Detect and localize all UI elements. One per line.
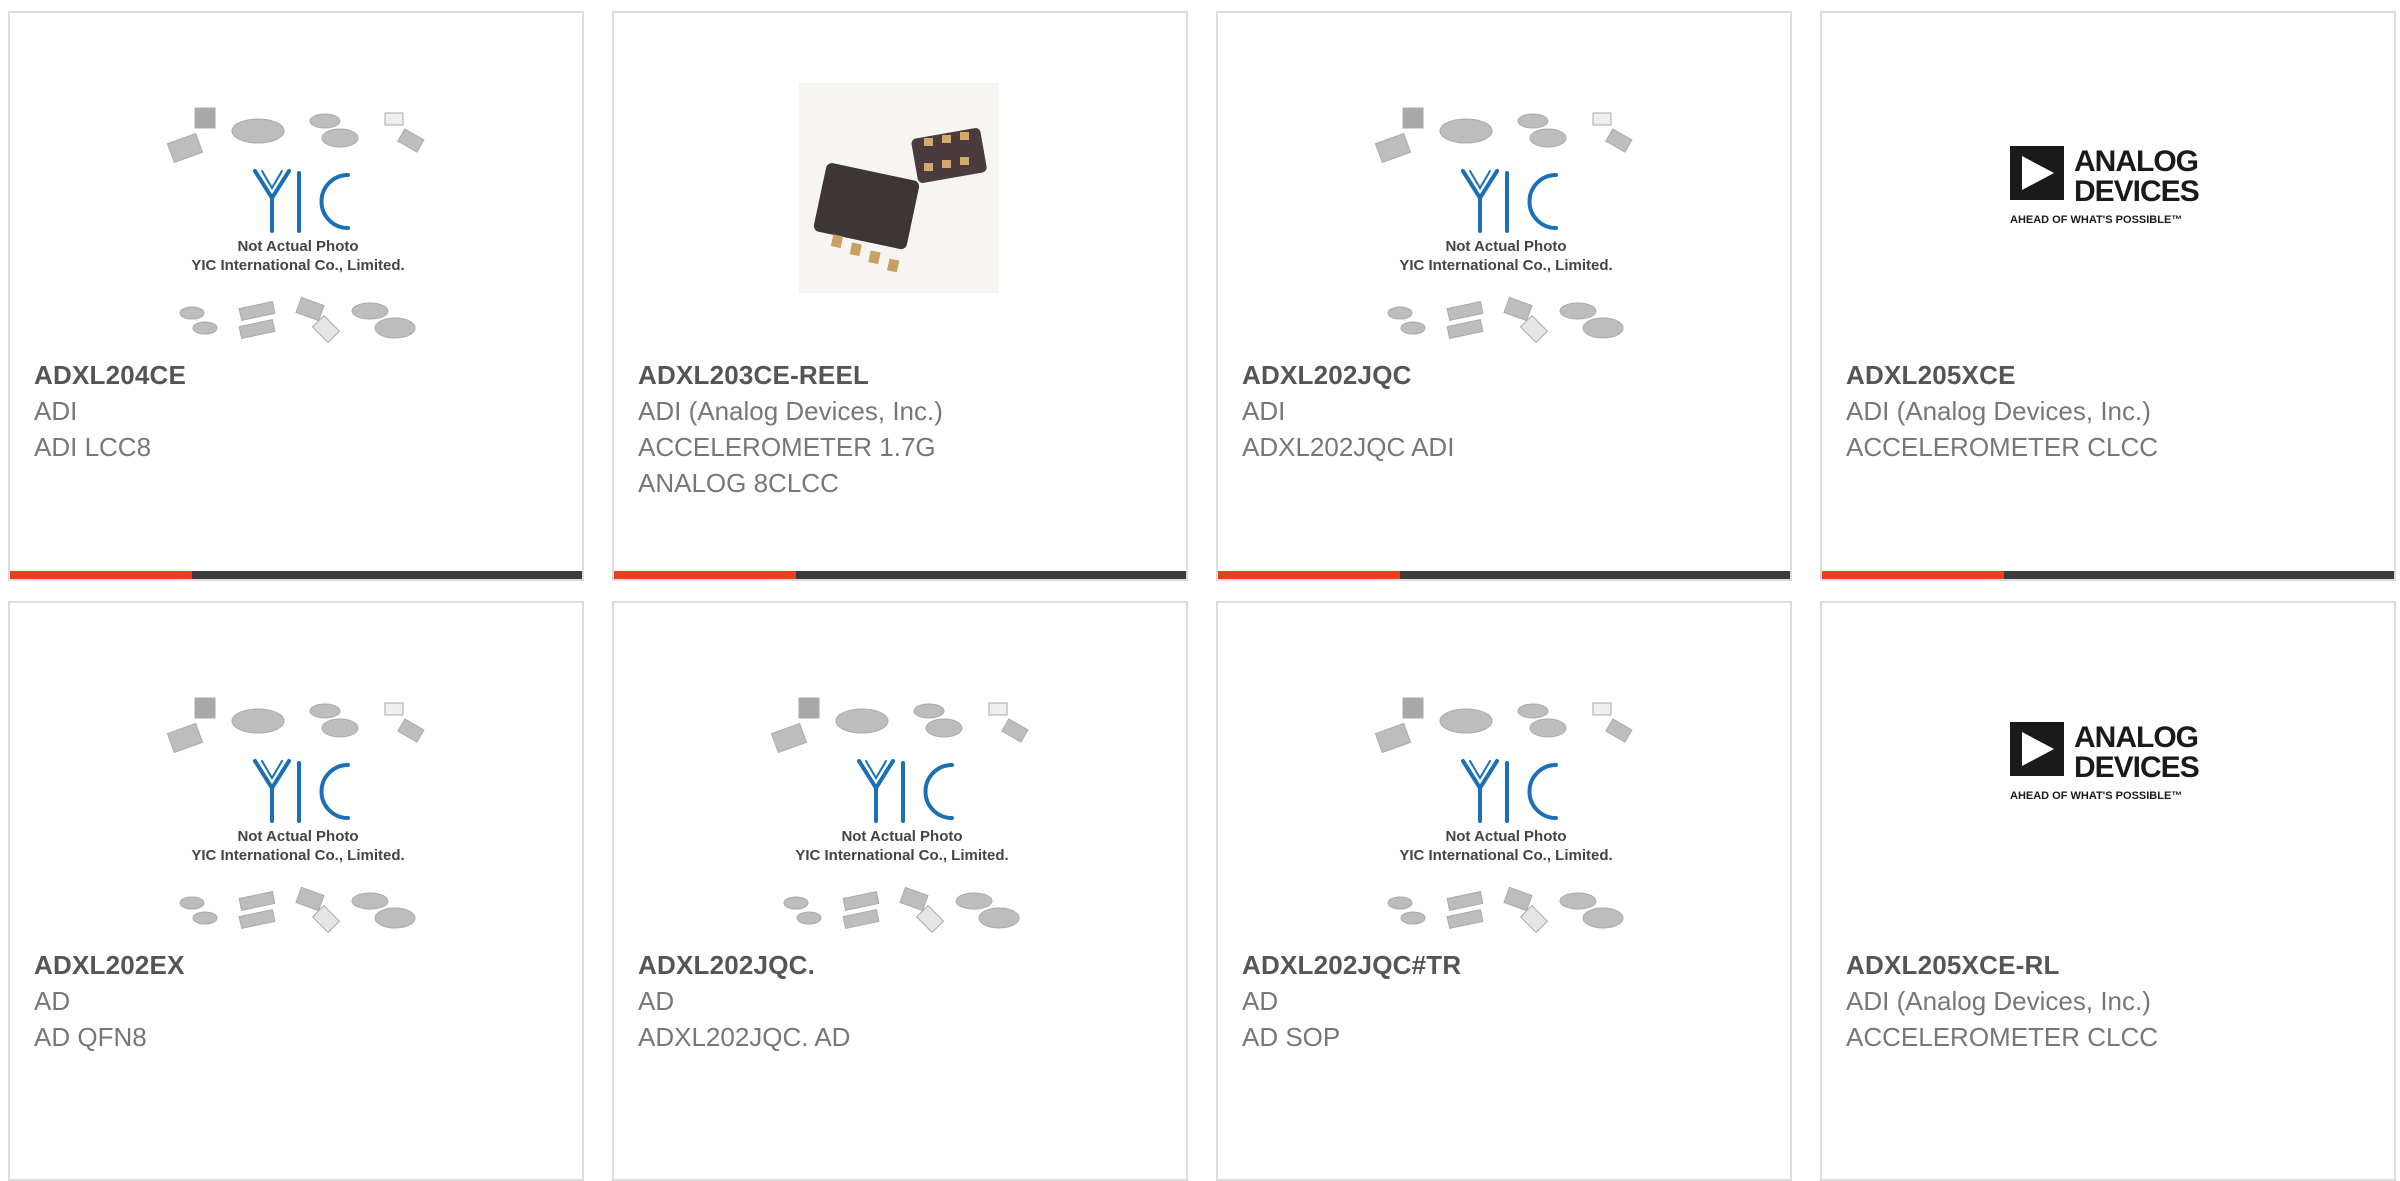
product-image-logo[interactable]: ANALOG DEVICES AHEAD OF WHAT'S POSSIBLE™ — [1822, 603, 2394, 943]
description: ACCELEROMETER 1.7G — [638, 432, 936, 462]
part-number-link[interactable]: ADXL202JQC. — [638, 947, 1170, 983]
product-info: ADXL205XCE ADI (Analog Devices, Inc.) AC… — [1846, 357, 2378, 465]
placeholder-caption: Not Actual Photo — [237, 828, 358, 845]
product-card[interactable]: Not Actual Photo YIC International Co., L… — [1216, 601, 1792, 1181]
card-accent-bar — [1822, 571, 2004, 579]
product-info: ADXL203CE-REEL ADI (Analog Devices, Inc.… — [638, 357, 1170, 501]
description: ANALOG 8CLCC — [638, 468, 839, 498]
description: ADXL202JQC ADI — [1242, 432, 1455, 462]
product-image-chip[interactable] — [614, 13, 1186, 353]
card-accent-bar — [1218, 571, 1400, 579]
product-info: ADXL204CE ADI ADI LCC8 — [34, 357, 566, 465]
manufacturer: ADI (Analog Devices, Inc.) — [1846, 986, 2151, 1016]
manufacturer: ADI — [34, 396, 78, 426]
svg-text:AHEAD OF WHAT'S POSSIBLE™: AHEAD OF WHAT'S POSSIBLE™ — [2010, 214, 2182, 226]
part-number-link[interactable]: ADXL202JQC — [1242, 357, 1774, 393]
product-card[interactable]: ANALOG DEVICES AHEAD OF WHAT'S POSSIBLE™ A… — [1820, 11, 2396, 581]
placeholder-company: YIC International Co., Limited. — [795, 847, 1008, 864]
placeholder-company: YIC International Co., Limited. — [191, 257, 404, 274]
product-info: ADXL202JQC. AD ADXL202JQC. AD — [638, 947, 1170, 1055]
product-image-placeholder[interactable]: Not Actual Photo YIC International Co., L… — [614, 603, 1186, 943]
placeholder-company: YIC International Co., Limited. — [1399, 847, 1612, 864]
product-image-placeholder[interactable]: Not Actual Photo YIC International Co., L… — [10, 13, 582, 353]
card-bottom-bar — [10, 571, 582, 579]
yic-placeholder-graphic: Not Actual Photo YIC International Co., L… — [166, 107, 425, 344]
part-number-link[interactable]: ADXL205XCE-RL — [1846, 947, 2378, 983]
product-card[interactable]: Not Actual Photo YIC International Co., L… — [8, 601, 584, 1181]
manufacturer: ADI (Analog Devices, Inc.) — [1846, 396, 2151, 426]
card-accent-bar — [10, 571, 192, 579]
part-number-link[interactable]: ADXL202EX — [34, 947, 566, 983]
placeholder-company: YIC International Co., Limited. — [1399, 257, 1612, 274]
card-bottom-bar — [1822, 571, 2394, 579]
description: ADXL202JQC. AD — [638, 1022, 851, 1052]
product-info: ADXL202EX AD AD QFN8 — [34, 947, 566, 1055]
manufacturer: AD — [34, 986, 71, 1016]
part-number-link[interactable]: ADXL203CE-REEL — [638, 357, 1170, 393]
product-info: ADXL202JQC ADI ADXL202JQC ADI — [1242, 357, 1774, 465]
product-grid: Not Actual Photo YIC International Co., L… — [0, 0, 2400, 1181]
svg-text:ANALOG: ANALOG — [2074, 721, 2198, 754]
yic-placeholder-graphic: Not Actual Photo YIC International Co., L… — [770, 697, 1029, 934]
part-number-link[interactable]: ADXL205XCE — [1846, 357, 2378, 393]
description: AD SOP — [1242, 1022, 1341, 1052]
part-number-link[interactable]: ADXL202JQC#TR — [1242, 947, 1774, 983]
yic-placeholder-graphic: Not Actual Photo YIC International Co., L… — [166, 697, 425, 934]
description: AD QFN8 — [34, 1022, 147, 1052]
product-card[interactable]: ANALOG DEVICES AHEAD OF WHAT'S POSSIBLE™ A… — [1820, 601, 2396, 1181]
manufacturer: ADI (Analog Devices, Inc.) — [638, 396, 943, 426]
placeholder-caption: Not Actual Photo — [1445, 828, 1566, 845]
product-card[interactable]: Not Actual Photo YIC International Co., L… — [1216, 11, 1792, 581]
yic-placeholder-graphic: Not Actual Photo YIC International Co., L… — [1374, 107, 1633, 344]
placeholder-caption: Not Actual Photo — [237, 238, 358, 255]
placeholder-caption: Not Actual Photo — [841, 828, 962, 845]
yic-placeholder-graphic: Not Actual Photo YIC International Co., L… — [1374, 697, 1633, 934]
svg-text:DEVICES: DEVICES — [2074, 175, 2199, 208]
manufacturer: AD — [638, 986, 675, 1016]
card-bottom-bar — [1218, 571, 1790, 579]
svg-text:DEVICES: DEVICES — [2074, 751, 2199, 784]
product-image-placeholder[interactable]: Not Actual Photo YIC International Co., L… — [1218, 13, 1790, 353]
card-accent-bar — [614, 571, 796, 579]
analog-devices-logo: ANALOGDEVICES AHEAD OF WHAT'S POSSIBLE™ — [2010, 145, 2200, 226]
product-card[interactable]: ADXL203CE-REEL ADI (Analog Devices, Inc.… — [612, 11, 1188, 581]
product-image-logo[interactable]: ANALOG DEVICES AHEAD OF WHAT'S POSSIBLE™ — [1822, 13, 2394, 353]
manufacturer: ADI — [1242, 396, 1286, 426]
product-info: ADXL205XCE-RL ADI (Analog Devices, Inc.)… — [1846, 947, 2378, 1055]
card-bottom-bar — [614, 571, 1186, 579]
product-card[interactable]: Not Actual Photo YIC International Co., L… — [612, 601, 1188, 1181]
description: ACCELEROMETER CLCC — [1846, 432, 2159, 462]
accelerometer-chip-photo — [799, 83, 999, 293]
svg-text:ANALOG: ANALOG — [2074, 145, 2198, 178]
part-number-link[interactable]: ADXL204CE — [34, 357, 566, 393]
placeholder-caption: Not Actual Photo — [1445, 238, 1566, 255]
placeholder-company: YIC International Co., Limited. — [191, 847, 404, 864]
product-image-placeholder[interactable]: Not Actual Photo YIC International Co., L… — [10, 603, 582, 943]
description: ACCELEROMETER CLCC — [1846, 1022, 2159, 1052]
product-image-placeholder[interactable]: Not Actual Photo YIC International Co., L… — [1218, 603, 1790, 943]
product-info: ADXL202JQC#TR AD AD SOP — [1242, 947, 1774, 1055]
manufacturer: AD — [1242, 986, 1279, 1016]
product-card[interactable]: Not Actual Photo YIC International Co., L… — [8, 11, 584, 581]
analog-devices-logo: ANALOGDEVICES AHEAD OF WHAT'S POSSIBLE™ — [2010, 721, 2200, 802]
svg-text:AHEAD OF WHAT'S POSSIBLE™: AHEAD OF WHAT'S POSSIBLE™ — [2010, 790, 2182, 802]
description: ADI LCC8 — [34, 432, 152, 462]
